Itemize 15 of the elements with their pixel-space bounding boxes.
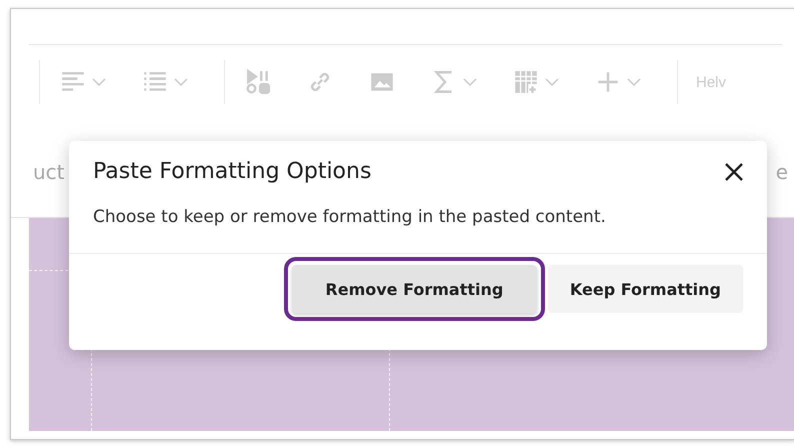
tab-label[interactable]: e	[776, 160, 788, 184]
caret-icon[interactable]	[463, 78, 477, 86]
dialog-title: Paste Formatting Options	[93, 159, 372, 184]
close-icon	[723, 160, 745, 182]
tab-label[interactable]: uct	[33, 160, 65, 184]
dialog-button[interactable]: Keep Formatting	[548, 265, 743, 313]
caret-icon[interactable]	[627, 78, 641, 86]
dialog-button[interactable]: Remove Formatting	[292, 265, 537, 313]
caret-icon[interactable]	[92, 78, 106, 86]
caret-icon[interactable]	[545, 78, 559, 86]
dialog-message: Choose to keep or remove formatting in the pasted content.	[92, 206, 607, 227]
caret-icon[interactable]	[174, 78, 188, 86]
media-icon[interactable]	[245, 69, 271, 95]
table-icon[interactable]	[513, 69, 539, 95]
close-button[interactable]	[723, 160, 745, 182]
